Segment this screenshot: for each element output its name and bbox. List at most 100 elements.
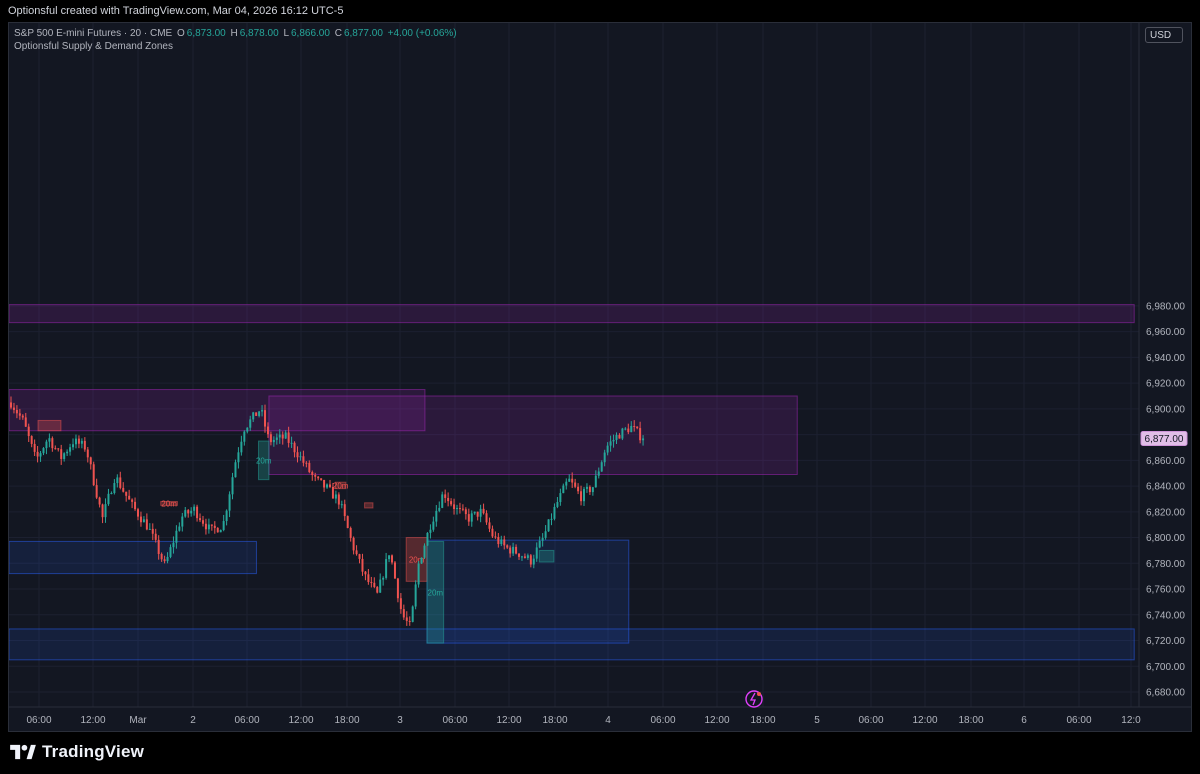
candle-body (343, 504, 346, 517)
candle-body (391, 555, 394, 563)
candle-body (518, 553, 521, 557)
time-tick-label: 12:00 (288, 715, 313, 726)
candle-body (399, 598, 402, 610)
candle-body (24, 417, 27, 427)
candle-body (340, 504, 343, 506)
symbol-title[interactable]: S&P 500 E-mini Futures · 20 · CME (14, 28, 172, 39)
candle-body (320, 478, 323, 480)
candle-body (630, 425, 633, 433)
candle-body (388, 555, 391, 560)
alert-icon[interactable] (745, 690, 763, 708)
candle-body (311, 472, 314, 475)
candle-body (550, 518, 553, 520)
candle-body (210, 524, 213, 526)
high-label: H (230, 28, 238, 39)
time-tick-label: 12:0 (1121, 715, 1141, 726)
chart-pane[interactable]: 20m 20m 20m 20m 20m 6,680.00 6,700.00 6,720.00… (8, 22, 1192, 732)
candle-body (139, 516, 142, 523)
candle-body (432, 521, 435, 530)
time-tick-label: 4 (605, 715, 611, 726)
candle-body (305, 462, 308, 464)
candle-body (246, 427, 249, 432)
time-tick-label: 18:00 (958, 715, 983, 726)
candle-body (252, 412, 255, 420)
price-tick-label: 6,680.00 (1146, 688, 1185, 699)
candle-body (33, 443, 36, 452)
time-tick-label: 18:00 (750, 715, 775, 726)
candle-body (458, 508, 461, 510)
candle-body (618, 435, 621, 439)
time-tick-label: 12:00 (80, 715, 105, 726)
candle-body (615, 435, 618, 440)
candle-body (258, 411, 261, 416)
candle-body (488, 522, 491, 529)
candle-body (612, 439, 615, 442)
candle-body (131, 499, 134, 502)
candle-body (128, 495, 131, 500)
price-chart[interactable]: 20m20m20m20m20m 6,680.006,700.006,720.00… (9, 23, 1191, 731)
candle-body (402, 609, 405, 618)
candle-body (234, 462, 237, 478)
candle-body (228, 494, 231, 511)
price-tick-label: 6,860.00 (1146, 456, 1185, 467)
candle-body (435, 510, 438, 522)
candle-body (196, 506, 199, 519)
candle-body (216, 527, 219, 533)
demand-zone (9, 628, 1135, 661)
time-tick-label: 12:00 (496, 715, 521, 726)
candle-body (51, 438, 54, 449)
candle-body (142, 519, 145, 523)
time-tick-label: 18:00 (334, 715, 359, 726)
order-block-label: 20m (333, 481, 349, 490)
candle-body (190, 510, 193, 514)
candle-body (580, 491, 583, 502)
candle-body (411, 606, 414, 622)
candle-body (349, 527, 352, 538)
price-tick-label: 6,960.00 (1146, 327, 1185, 338)
candle-body (512, 546, 515, 554)
candle-body (169, 547, 172, 557)
candle-body (166, 556, 169, 562)
chart-legend[interactable]: S&P 500 E-mini Futures · 20 · CME O 6,873… (14, 27, 459, 53)
candle-body (541, 537, 544, 541)
indicator-title[interactable]: Optionsful Supply & Demand Zones (14, 40, 459, 53)
candle-body (585, 486, 588, 489)
candle-body (553, 506, 556, 519)
candle-body (160, 553, 163, 560)
price-tick-label: 6,920.00 (1146, 379, 1185, 390)
candle-body (293, 442, 296, 453)
time-tick-label: 06:00 (234, 715, 259, 726)
candle-body (559, 493, 562, 503)
candle-body (187, 510, 190, 514)
candle-body (408, 620, 411, 622)
tradingview-brand[interactable]: TradingView (10, 742, 144, 762)
candle-body (382, 577, 385, 580)
candle-body (323, 479, 326, 488)
price-tick-label: 6,700.00 (1146, 662, 1185, 673)
time-tick-label: 6 (1021, 715, 1027, 726)
candle-body (520, 556, 523, 558)
candle-body (331, 486, 334, 499)
footer-bar: TradingView (0, 732, 1200, 774)
candle-body (497, 536, 500, 545)
candle-body (113, 483, 116, 493)
candle-body (385, 559, 388, 578)
svg-text:6,877.00: 6,877.00 (1145, 434, 1184, 445)
candle-body (290, 442, 293, 444)
candle-body (134, 501, 137, 510)
candle-body (269, 434, 272, 443)
candle-body (364, 571, 367, 575)
top-caption-bar: Optionsful created with TradingView.com,… (0, 0, 1200, 22)
candle-body (77, 438, 80, 444)
candle-body (110, 492, 113, 494)
candle-body (12, 407, 15, 410)
candle-body (278, 434, 281, 438)
candle-body (83, 440, 86, 450)
candle-body (355, 550, 358, 555)
currency-button[interactable]: USD (1145, 27, 1183, 43)
time-tick-label: 06:00 (26, 715, 51, 726)
candle-body (122, 487, 125, 492)
order-block-label: 20m (428, 588, 444, 597)
candle-body (515, 546, 518, 554)
candle-body (181, 516, 184, 527)
